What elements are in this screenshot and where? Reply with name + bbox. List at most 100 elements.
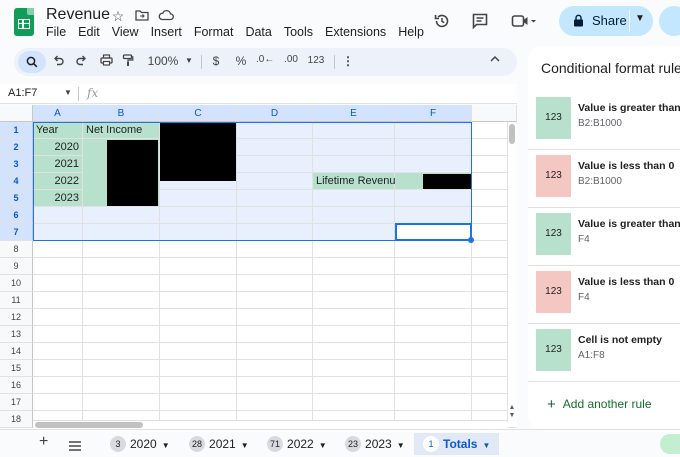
- cloud-status-icon[interactable]: [158, 8, 174, 24]
- row-header-15[interactable]: 15: [0, 360, 33, 377]
- share-button[interactable]: Share ▼: [559, 6, 653, 36]
- spreadsheet-grid[interactable]: A B C D E F 1 2 3 4 5 6 7 8 9 10 11 12 1…: [0, 105, 517, 429]
- undo-icon[interactable]: [50, 54, 66, 69]
- star-icon[interactable]: ☆: [110, 8, 126, 25]
- menu-view[interactable]: View: [112, 25, 139, 41]
- rule-format-swatch: 123: [536, 155, 571, 197]
- sheet-tab-dropdown-icon[interactable]: ▼: [162, 441, 170, 450]
- version-history-icon[interactable]: [433, 12, 451, 35]
- format-currency-button[interactable]: $: [210, 54, 222, 68]
- row-header-8[interactable]: 8: [0, 241, 33, 258]
- rule-condition: Value is greater than 0: [578, 218, 680, 230]
- sheet-tab-bar: + 3 2020 ▼ 28 2021 ▼ 71 2022 ▼ 23 2023 ▼ 1 Totals…: [0, 429, 680, 455]
- sheet-tab-2023[interactable]: 23 2023 ▼: [345, 433, 405, 455]
- sheet-tab-2020[interactable]: 3 2020 ▼: [110, 433, 170, 455]
- sheet-tab-2022[interactable]: 71 2022 ▼: [267, 433, 327, 455]
- horizontal-scroll-thumb[interactable]: [35, 422, 143, 428]
- row-header-14[interactable]: 14: [0, 343, 33, 360]
- menu-insert[interactable]: Insert: [151, 25, 182, 41]
- zoom-dropdown-icon[interactable]: ▼: [184, 56, 194, 65]
- column-header-f[interactable]: F: [395, 105, 472, 122]
- name-box[interactable]: A1:F7: [8, 87, 37, 99]
- rule-item[interactable]: 123 Value is greater than 0 B2:B1000: [528, 92, 680, 150]
- rule-range: A1:F8: [578, 350, 605, 361]
- row-header-3[interactable]: 3: [0, 156, 33, 173]
- column-header-e[interactable]: E: [313, 105, 395, 122]
- zoom-select[interactable]: 100%: [146, 54, 180, 68]
- fx-icon: fx: [87, 86, 99, 100]
- sheet-tab-totals[interactable]: 1 Totals ▼: [414, 433, 500, 455]
- sheet-tab-badge: 71: [267, 436, 284, 452]
- meet-video-icon[interactable]: [511, 12, 537, 35]
- menu-edit[interactable]: Edit: [78, 25, 100, 41]
- name-box-dropdown-icon[interactable]: ▼: [64, 88, 72, 97]
- select-all-corner[interactable]: [0, 105, 33, 122]
- collapse-menus-icon[interactable]: [488, 54, 502, 66]
- row-header-13[interactable]: 13: [0, 326, 33, 343]
- redo-icon[interactable]: [74, 54, 90, 69]
- share-dropdown-icon[interactable]: ▼: [635, 13, 645, 24]
- row-header-7[interactable]: 7: [0, 224, 33, 241]
- column-header-d[interactable]: D: [237, 105, 313, 122]
- rule-item[interactable]: 123 Cell is not empty A1:F8: [528, 324, 680, 382]
- row-header-16[interactable]: 16: [0, 377, 33, 394]
- document-title[interactable]: Revenue: [46, 6, 110, 24]
- vertical-scrollbar[interactable]: [507, 122, 517, 422]
- sheet-tab-dropdown-icon[interactable]: ▼: [241, 441, 249, 450]
- row-header-2[interactable]: 2: [0, 139, 33, 156]
- print-icon[interactable]: [98, 54, 114, 69]
- column-header-a[interactable]: A: [33, 105, 83, 122]
- sheet-tab-dropdown-icon[interactable]: ▼: [397, 441, 405, 450]
- rule-item[interactable]: 123 Value is less than 0 F4: [528, 266, 680, 324]
- scroll-down-arrow-icon[interactable]: ▼: [507, 412, 517, 420]
- column-header-c[interactable]: C: [160, 105, 237, 122]
- column-header-b[interactable]: B: [83, 105, 160, 122]
- sheet-tab-dropdown-icon[interactable]: ▼: [482, 441, 490, 450]
- move-folder-icon[interactable]: [134, 8, 150, 24]
- fill-handle[interactable]: [468, 237, 474, 243]
- column-header-g[interactable]: [472, 105, 517, 122]
- row-header-10[interactable]: 10: [0, 275, 33, 292]
- sheets-logo-icon[interactable]: [14, 8, 34, 36]
- rule-condition: Cell is not empty: [578, 334, 663, 346]
- rule-item[interactable]: 123 Value is less than 0 B2:B1000: [528, 150, 680, 208]
- explore-button[interactable]: [660, 434, 680, 454]
- scroll-up-arrow-icon[interactable]: ▲: [507, 404, 517, 412]
- rule-format-swatch: 123: [536, 213, 571, 255]
- row-header-11[interactable]: 11: [0, 292, 33, 309]
- add-another-rule-button[interactable]: + Add another rule: [547, 396, 652, 413]
- row-header-17[interactable]: 17: [0, 394, 33, 411]
- share-label: Share: [592, 13, 627, 28]
- row-header-6[interactable]: 6: [0, 207, 33, 224]
- comments-icon[interactable]: [471, 12, 489, 35]
- row-header-5[interactable]: 5: [0, 190, 33, 207]
- row-header-4[interactable]: 4: [0, 173, 33, 190]
- all-sheets-icon[interactable]: [68, 438, 82, 456]
- rule-range: B2:B1000: [578, 176, 622, 187]
- more-formats-button[interactable]: 123: [306, 55, 326, 66]
- row-header-18[interactable]: 18: [0, 411, 33, 428]
- sheet-tab-dropdown-icon[interactable]: ▼: [319, 441, 327, 450]
- active-cell[interactable]: [395, 223, 472, 241]
- menu-data[interactable]: Data: [245, 25, 271, 41]
- add-sheet-icon[interactable]: +: [39, 433, 48, 451]
- sheet-tab-2021[interactable]: 28 2021 ▼: [189, 433, 249, 455]
- row-header-1[interactable]: 1: [0, 122, 33, 139]
- menu-help[interactable]: Help: [398, 25, 424, 41]
- rule-format-swatch: 123: [536, 329, 571, 371]
- search-menus-button[interactable]: [18, 51, 46, 73]
- menu-format[interactable]: Format: [194, 25, 234, 41]
- account-avatar[interactable]: [659, 6, 680, 36]
- row-header-12[interactable]: 12: [0, 309, 33, 326]
- menu-extensions[interactable]: Extensions: [325, 25, 386, 41]
- menu-tools[interactable]: Tools: [284, 25, 313, 41]
- more-options-icon[interactable]: ⋮: [342, 54, 354, 68]
- decrease-decimal-button[interactable]: .0←: [256, 54, 274, 65]
- menu-file[interactable]: File: [46, 25, 66, 41]
- row-header-9[interactable]: 9: [0, 258, 33, 275]
- vertical-scroll-thumb[interactable]: [509, 124, 515, 144]
- increase-decimal-button[interactable]: .00: [282, 54, 300, 65]
- format-percent-button[interactable]: %: [234, 54, 248, 68]
- rule-item[interactable]: 123 Value is greater than 0 F4: [528, 208, 680, 266]
- paint-format-icon[interactable]: [120, 54, 136, 70]
